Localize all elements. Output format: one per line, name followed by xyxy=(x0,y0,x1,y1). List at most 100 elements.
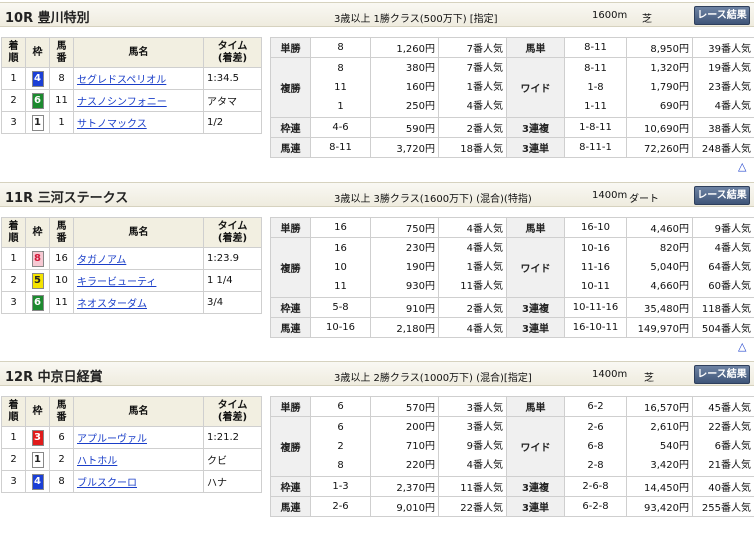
horse-name-link[interactable]: キラービューティ xyxy=(77,277,156,288)
bet-type-label: 枠連 xyxy=(271,477,311,497)
result-row: 136アプルーヴァル1:21.2 xyxy=(2,427,262,449)
race-header: 11R 三河ステークス3歳以上 3勝クラス(1600万下) (混合)(特指)14… xyxy=(0,182,754,207)
popularity-rank: 4番人気 xyxy=(439,218,507,238)
bet-combination: 2-6-8 xyxy=(565,477,627,497)
finish-time: 1 1/4 xyxy=(204,270,262,292)
popularity-rank: 22番人気 6番人気 21番人気 xyxy=(693,417,754,477)
payout-amount: 230円 190円 930円 xyxy=(371,238,439,298)
header-rank: 着 順 xyxy=(2,38,26,68)
race-result-button[interactable]: レース結果 xyxy=(694,6,750,25)
payout-row: 馬連8-113,720円18番人気3連単8-11-172,260円248番人気 xyxy=(271,138,754,158)
popularity-rank: 40番人気 xyxy=(693,477,754,497)
payout-amount: 820円 5,040円 4,660円 xyxy=(627,238,693,298)
horse-number: 2 xyxy=(50,449,74,471)
horse-name-link[interactable]: セグレドスペリオル xyxy=(77,75,166,86)
race-conditions: 3歳以上 1勝クラス(500万下) [指定] xyxy=(334,10,498,25)
race-title: 10R 豊川特別 xyxy=(5,7,90,26)
horse-name-cell: アプルーヴァル xyxy=(74,427,204,449)
payout-row: 複勝16 10 11230円 190円 930円4番人気 1番人気 11番人気ワ… xyxy=(271,238,754,298)
payout-row: 馬連10-162,180円4番人気3連単16-10-11149,970円504番… xyxy=(271,318,754,338)
bet-type-label: 枠連 xyxy=(271,118,311,138)
horse-name-cell: ハトホル xyxy=(74,449,204,471)
payout-amount: 1,260円 xyxy=(371,38,439,58)
bet-type-label: ワイド xyxy=(507,58,565,118)
bet-combination: 16-10 xyxy=(565,218,627,238)
race-result-button[interactable]: レース結果 xyxy=(694,365,750,384)
bet-type-label: 馬連 xyxy=(271,138,311,158)
payout-row: 単勝81,260円7番人気馬単8-118,950円39番人気 xyxy=(271,38,754,58)
bet-type-label: 3連複 xyxy=(507,118,565,138)
bet-combination: 6-2 xyxy=(565,397,627,417)
result-header-row: 着 順枠馬 番馬名タイム (着差) xyxy=(2,218,262,248)
waku-badge: 4 xyxy=(32,71,44,87)
finish-rank: 1 xyxy=(2,427,26,449)
payout-amount: 1,320円 1,790円 690円 xyxy=(627,58,693,118)
popularity-rank: 39番人気 xyxy=(693,38,754,58)
finish-time: 1:21.2 xyxy=(204,427,262,449)
race-conditions: 3歳以上 3勝クラス(1600万下) (混合)(特指) xyxy=(334,190,532,205)
finish-time: クビ xyxy=(204,449,262,471)
bet-combination: 6 2 8 xyxy=(311,417,371,477)
finish-rank: 2 xyxy=(2,449,26,471)
waku-badge: 4 xyxy=(32,474,44,490)
header-rank: 着 順 xyxy=(2,218,26,248)
header-waku: 枠 xyxy=(26,218,50,248)
horse-name-link[interactable]: サトノマックス xyxy=(77,119,147,130)
race-distance: 1400m xyxy=(592,369,627,380)
result-header-row: 着 順枠馬 番馬名タイム (着差) xyxy=(2,38,262,68)
horse-name-cell: ネオスターダム xyxy=(74,292,204,314)
race-result-button[interactable]: レース結果 xyxy=(694,186,750,205)
header-horse: 馬名 xyxy=(74,38,204,68)
scroll-top-icon[interactable]: △ xyxy=(738,340,746,353)
race-title: 11R 三河ステークス xyxy=(5,187,128,206)
bet-type-label: 馬連 xyxy=(271,318,311,338)
race-surface: ダート xyxy=(629,190,659,205)
race-section: 12R 中京日経賞3歳以上 2勝クラス(1000万下) (混合)[指定]1400… xyxy=(0,359,754,538)
horse-name-link[interactable]: アプルーヴァル xyxy=(77,434,147,445)
waku-cell: 5 xyxy=(26,270,50,292)
payout-amount: 750円 xyxy=(371,218,439,238)
waku-cell: 6 xyxy=(26,90,50,112)
horse-name-link[interactable]: ネオスターダム xyxy=(77,299,147,310)
horse-name-link[interactable]: ハトホル xyxy=(77,456,117,467)
horse-name-link[interactable]: ナスノシンフォニー xyxy=(77,97,167,108)
horse-number: 11 xyxy=(50,292,74,314)
race-distance: 1600m xyxy=(592,10,627,21)
bet-type-label: 複勝 xyxy=(271,417,311,477)
waku-badge: 5 xyxy=(32,273,44,289)
popularity-rank: 7番人気 1番人気 4番人気 xyxy=(439,58,507,118)
bet-type-label: ワイド xyxy=(507,238,565,298)
bet-combination: 8-11 1-8 1-11 xyxy=(565,58,627,118)
popularity-rank: 255番人気 xyxy=(693,497,754,517)
bet-combination: 10-16 xyxy=(311,318,371,338)
race-surface: 芝 xyxy=(642,10,652,25)
bet-type-label: 枠連 xyxy=(271,298,311,318)
popularity-rank: 7番人気 xyxy=(439,38,507,58)
payout-row: 枠連5-8910円2番人気3連複10-11-1635,480円118番人気 xyxy=(271,298,754,318)
header-time: タイム (着差) xyxy=(204,218,262,248)
header-horse: 馬名 xyxy=(74,218,204,248)
scroll-top-icon[interactable]: △ xyxy=(738,160,746,173)
bet-combination: 8-11 xyxy=(311,138,371,158)
popularity-rank: 19番人気 23番人気 4番人気 xyxy=(693,58,754,118)
bet-type-label: 3連複 xyxy=(507,298,565,318)
header-waku: 枠 xyxy=(26,38,50,68)
popularity-rank: 9番人気 xyxy=(693,218,754,238)
result-row: 2611ナスノシンフォニーアタマ xyxy=(2,90,262,112)
race-section: 10R 豊川特別 3歳以上 1勝クラス(500万下) [指定] 1600m 芝 レース結… xyxy=(0,0,754,179)
payout-amount: 93,420円 xyxy=(627,497,693,517)
horse-name-link[interactable]: ブルスクーロ xyxy=(77,478,137,489)
bet-type-label: 複勝 xyxy=(271,58,311,118)
payout-row: 枠連4-6590円2番人気3連複1-8-1110,690円38番人気 xyxy=(271,118,754,138)
bet-combination: 2-6 6-8 2-8 xyxy=(565,417,627,477)
finish-time: 3/4 xyxy=(204,292,262,314)
result-header-row: 着 順枠馬 番馬名タイム (着差) xyxy=(2,397,262,427)
popularity-rank: 2番人気 xyxy=(439,298,507,318)
horse-name-link[interactable]: タガノアム xyxy=(77,255,126,266)
race-header: 12R 中京日経賞3歳以上 2勝クラス(1000万下) (混合)[指定]1400… xyxy=(0,361,754,386)
header-time: タイム (着差) xyxy=(204,397,262,427)
payout-amount: 14,450円 xyxy=(627,477,693,497)
race-section: 11R 三河ステークス3歳以上 3勝クラス(1600万下) (混合)(特指)14… xyxy=(0,180,754,359)
horse-name-cell: セグレドスペリオル xyxy=(74,68,204,90)
payout-amount: 8,950円 xyxy=(627,38,693,58)
